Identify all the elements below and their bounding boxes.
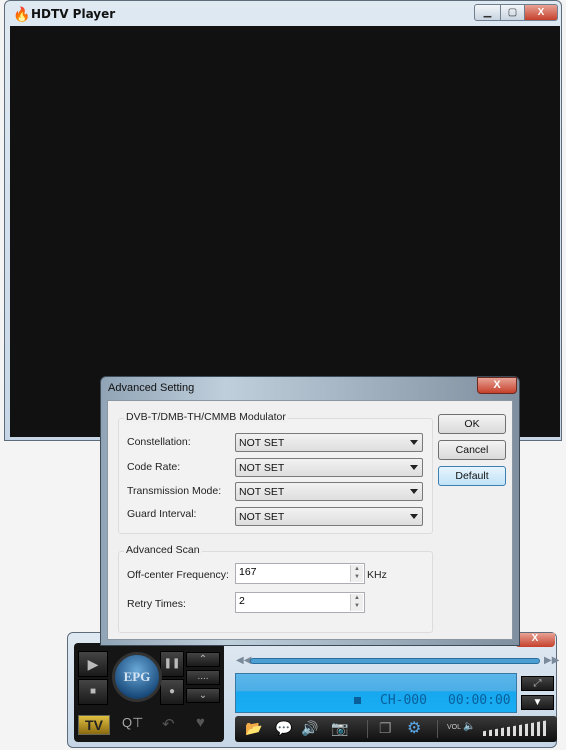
open-folder-icon[interactable]: 📂 [245,720,262,737]
code-rate-select[interactable]: NOT SET [235,458,423,477]
cancel-button[interactable]: Cancel [438,440,506,460]
default-button[interactable]: Default [438,466,506,486]
frequency-value: 167 [239,566,257,578]
forward-icon[interactable]: ▶▶ [544,655,559,666]
speaker-icon[interactable]: 🔈 [463,721,475,732]
guard-interval-label: Guard Interval: [127,508,197,520]
advanced-scan-title: Advanced Scan [124,544,202,556]
subtitle-icon[interactable]: 💬 [275,720,292,737]
guard-interval-value: NOT SET [239,511,285,523]
volume-slider[interactable] [483,720,549,736]
expand-icon[interactable]: ▼ [521,695,554,710]
fullscreen-icon[interactable]: ⤢ [521,676,554,691]
divider [367,720,368,738]
divider [437,720,438,738]
constellation-label: Constellation: [127,436,191,448]
retry-times-input[interactable]: 2 ▲ ▼ [235,592,365,613]
status-indicator [354,697,361,704]
audio-icon[interactable]: 🔊 [301,720,318,737]
code-rate-label: Code Rate: [127,461,181,473]
constellation-value: NOT SET [239,437,285,449]
code-rate-value: NOT SET [239,462,285,474]
chevron-down-icon [410,489,418,494]
settings-gear-icon[interactable]: ⚙ [407,718,421,738]
main-window: 🔥 HDTV Player ▁ ▢ X [4,0,562,441]
volume-label: VOL [447,724,462,731]
chevron-down-icon [410,440,418,445]
modulator-group-title: DVB-T/DMB-TH/CMMB Modulator [124,411,288,423]
epg-button[interactable]: EPG [112,652,162,702]
frequency-input[interactable]: 167 ▲ ▼ [235,563,365,584]
channel-down-icon[interactable]: ⌄ [186,688,220,703]
control-panel: X ▶ ■ ❚❚ ● EPG ⌃ .... ⌄ TV Q⊤ ↶ ♥ ◀◀ ▶▶ … [67,632,559,748]
transmission-mode-value: NOT SET [239,486,285,498]
lcd-display: CH-000 00:00:00 [235,673,517,713]
chevron-down-icon [410,514,418,519]
retry-times-label: Retry Times: [127,598,186,610]
flame-logo-icon: 🔥 [13,6,31,22]
dialog-close-icon[interactable]: X [477,377,517,394]
panel-close-icon[interactable]: X [515,633,555,647]
frequency-label: Off-center Frequency: [127,569,229,581]
retry-times-value: 2 [239,595,245,607]
time-display: 00:00:00 [448,693,511,708]
window-title: HDTV Player [31,7,116,21]
transmission-mode-label: Transmission Mode: [127,485,222,497]
tv-button[interactable]: TV [78,715,110,735]
dialog-title: Advanced Setting [108,382,195,394]
snapshot-icon[interactable]: 📷 [331,720,348,737]
channel-list-button[interactable]: .... [186,670,220,685]
channel-display: CH-000 [380,693,427,708]
play-icon[interactable]: ▶ [78,651,108,677]
search-channel-icon[interactable]: Q⊤ [122,715,143,731]
toolbar: 📂 💬 🔊 📷 ❐ ⚙ VOL 🔈 [235,716,557,742]
multi-window-icon[interactable]: ❐ [379,720,392,737]
transmission-mode-select[interactable]: NOT SET [235,482,423,501]
retry-times-spinner[interactable]: ▲ ▼ [350,594,363,611]
guard-interval-select[interactable]: NOT SET [235,507,423,526]
minimize-icon[interactable]: ▁ [474,4,501,21]
pause-icon[interactable]: ❚❚ [160,651,184,677]
constellation-select[interactable]: NOT SET [235,433,423,452]
close-icon[interactable]: X [524,4,558,21]
seek-bar[interactable] [250,658,540,664]
dialog-body: DVB-T/DMB-TH/CMMB Modulator Constellatio… [107,400,513,640]
chevron-down-icon [410,465,418,470]
channel-up-icon[interactable]: ⌃ [186,652,220,667]
back-icon[interactable]: ↶ [162,715,175,733]
advanced-setting-dialog: Advanced Setting X DVB-T/DMB-TH/CMMB Mod… [100,376,520,646]
frequency-spinner[interactable]: ▲ ▼ [350,565,363,582]
ok-button[interactable]: OK [438,414,506,434]
frequency-unit: KHz [367,569,387,581]
stop-icon[interactable]: ■ [78,679,108,705]
favorite-icon[interactable]: ♥ [196,714,205,731]
record-icon[interactable]: ● [160,679,184,705]
maximize-icon[interactable]: ▢ [500,4,525,21]
playback-controls: ▶ ■ ❚❚ ● EPG ⌃ .... ⌄ TV Q⊤ ↶ ♥ [74,643,224,742]
